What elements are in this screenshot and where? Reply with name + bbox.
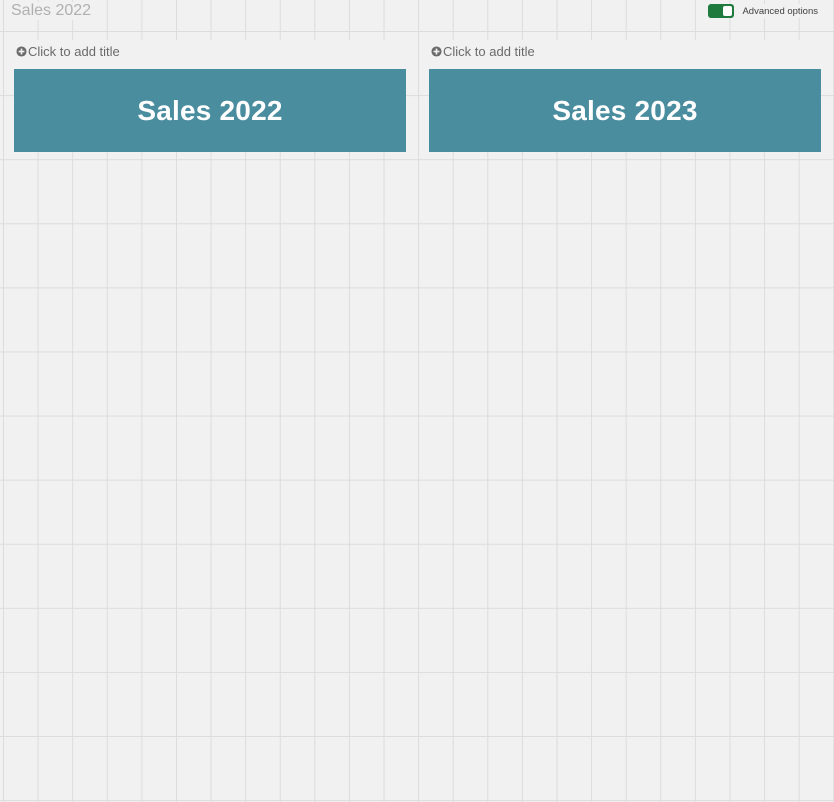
advanced-options-toggle[interactable] <box>708 4 735 18</box>
plus-circle-icon <box>431 46 442 57</box>
add-title-label: Click to add title <box>28 44 120 59</box>
kpi-panel-right[interactable]: Click to add title Sales 2023 <box>429 40 821 152</box>
kpi-value-text: Sales 2023 <box>552 94 698 126</box>
advanced-options-label: Advanced options <box>742 5 818 17</box>
kpi-text-box[interactable]: Sales 2022 <box>14 69 406 152</box>
add-title-button[interactable]: Click to add title <box>16 44 120 59</box>
toggle-knob <box>723 6 733 16</box>
add-title-button[interactable]: Click to add title <box>431 44 535 59</box>
advanced-options-control[interactable]: Advanced options <box>704 4 818 18</box>
kpi-text-box[interactable]: Sales 2023 <box>429 69 821 152</box>
plus-circle-icon <box>16 46 27 57</box>
add-title-label: Click to add title <box>443 44 535 59</box>
kpi-value-text: Sales 2022 <box>137 94 283 126</box>
sheet-title[interactable]: Sales 2022 <box>11 2 98 20</box>
sheet-canvas: Sales 2022 Advanced options Click to add… <box>0 0 834 802</box>
kpi-panel-left[interactable]: Click to add title Sales 2022 <box>14 40 406 152</box>
